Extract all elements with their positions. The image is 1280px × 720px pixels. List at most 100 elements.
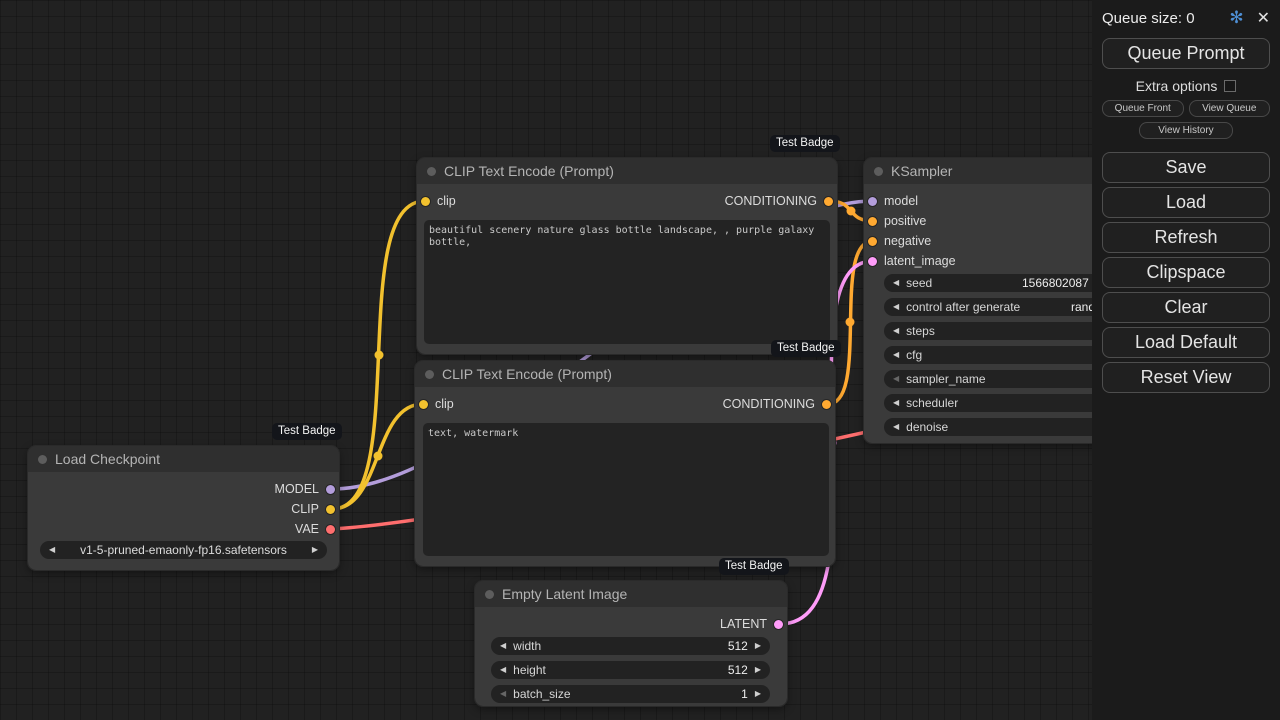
slot-dot-positive[interactable] [868,216,877,226]
slot-dot-latent-image[interactable] [868,256,877,266]
slot-dot-conditioning[interactable] [824,196,833,206]
collapse-dot-icon[interactable] [38,454,47,464]
slot-dot-clip[interactable] [326,504,335,514]
arrow-left-icon[interactable]: ◀ [893,399,899,407]
settings-gear-icon[interactable]: ✻ [1229,8,1243,28]
arrow-left-icon[interactable]: ◀ [49,546,55,554]
arrow-left-icon[interactable]: ◀ [893,327,899,335]
height-widget[interactable]: ◀ height 512 ▶ [491,661,770,679]
clipspace-button[interactable]: Clipspace [1102,257,1270,288]
widget-label: steps [906,324,935,338]
load-default-button[interactable]: Load Default [1102,327,1270,358]
slot-label: latent_image [884,254,956,268]
slot-dot-vae[interactable] [326,524,335,534]
slot-dot-latent[interactable] [774,619,783,629]
node-empty-latent-image[interactable]: Empty Latent Image LATENT ◀ width 512 ▶ … [474,580,788,707]
node-titlebar[interactable]: Empty Latent Image [475,581,787,607]
arrow-left-icon[interactable]: ◀ [500,666,506,674]
widget-label: control after generate [906,300,1021,314]
arrow-right-icon[interactable]: ▶ [755,666,761,674]
widget-label: seed [906,276,933,290]
arrow-right-icon[interactable]: ▶ [755,642,761,650]
node-load-checkpoint[interactable]: Load Checkpoint MODEL CLIP VAE ◀ v1-5-pr… [27,445,340,571]
load-button[interactable]: Load [1102,187,1270,218]
input-slot-model[interactable]: model [868,192,918,210]
node-titlebar[interactable]: CLIP Text Encode (Prompt) [417,158,837,184]
slot-label: model [884,194,919,208]
widget-label: sampler_name [906,372,986,386]
widget-label: height [513,663,546,677]
view-history-button[interactable]: View History [1139,122,1233,139]
ckpt-name-value: v1-5-pruned-emaonly-fp16.safetensors [80,543,287,557]
arrow-left-icon[interactable]: ◀ [500,642,506,650]
node-titlebar[interactable]: CLIP Text Encode (Prompt) [415,361,835,387]
clear-button[interactable]: Clear [1102,292,1270,323]
node-clip-text-encode-positive[interactable]: CLIP Text Encode (Prompt) clip CONDITION… [416,157,838,355]
collapse-dot-icon[interactable] [427,166,436,176]
slot-dot-negative[interactable] [868,236,877,246]
slot-dot-model[interactable] [868,196,877,206]
width-widget[interactable]: ◀ width 512 ▶ [491,637,770,655]
output-slot-clip[interactable]: CLIP [291,500,335,518]
collapse-dot-icon[interactable] [874,166,883,176]
node-clip-text-encode-negative[interactable]: CLIP Text Encode (Prompt) clip CONDITION… [414,360,836,567]
negative-prompt-textarea[interactable]: text, watermark [423,423,829,556]
output-slot-vae[interactable]: VAE [295,520,335,538]
node-title: Load Checkpoint [55,451,161,467]
ckpt-name-widget[interactable]: ◀ v1-5-pruned-emaonly-fp16.safetensors ▶ [40,541,327,559]
batch-size-widget[interactable]: ◀ batch_size 1 ▶ [491,685,770,703]
slot-label: LATENT [720,617,767,631]
positive-prompt-textarea[interactable]: beautiful scenery nature glass bottle la… [424,220,830,344]
slot-dot-clip[interactable] [421,196,430,206]
save-button[interactable]: Save [1102,152,1270,183]
collapse-dot-icon[interactable] [485,589,494,599]
node-badge: Test Badge [719,558,789,575]
refresh-button[interactable]: Refresh [1102,222,1270,253]
slot-dot-model[interactable] [326,484,335,494]
input-slot-latent-image[interactable]: latent_image [868,252,956,270]
widget-label: batch_size [513,687,571,701]
slot-dot-clip[interactable] [419,399,428,409]
widget-value: 1566802087 [1022,276,1089,290]
node-badge: Test Badge [770,135,840,152]
widget-label: scheduler [906,396,959,410]
slot-label: positive [884,214,927,228]
node-title: CLIP Text Encode (Prompt) [442,366,612,382]
slot-label: CLIP [291,502,319,516]
arrow-left-icon[interactable]: ◀ [500,690,506,698]
queue-prompt-button[interactable]: Queue Prompt [1102,38,1270,69]
node-title: Empty Latent Image [502,586,628,602]
arrow-left-icon[interactable]: ◀ [893,303,899,311]
input-slot-clip[interactable]: clip [419,395,454,413]
node-titlebar[interactable]: Load Checkpoint [28,446,339,472]
close-icon[interactable]: ✕ [1257,8,1270,28]
comfyui-menu-panel: Queue size: 0 ✻ ✕ Queue Prompt Extra opt… [1092,0,1280,720]
slot-label: CONDITIONING [722,397,815,411]
output-slot-conditioning[interactable]: CONDITIONING [725,192,833,210]
output-slot-model[interactable]: MODEL [275,480,335,498]
widget-value: 1 [741,687,748,701]
output-slot-latent[interactable]: LATENT [720,615,783,633]
arrow-right-icon[interactable]: ▶ [312,546,318,554]
widget-label: denoise [906,420,949,434]
node-title: CLIP Text Encode (Prompt) [444,163,614,179]
slot-dot-conditioning[interactable] [822,399,831,409]
arrow-left-icon[interactable]: ◀ [893,423,899,431]
input-slot-positive[interactable]: positive [868,212,926,230]
extra-options-checkbox[interactable] [1224,80,1237,92]
slot-label: clip [437,194,456,208]
queue-size-label: Queue size: 0 [1102,9,1195,27]
input-slot-negative[interactable]: negative [868,232,931,250]
queue-front-button[interactable]: Queue Front [1102,100,1184,117]
arrow-left-icon[interactable]: ◀ [893,375,899,383]
output-slot-conditioning[interactable]: CONDITIONING [723,395,831,413]
arrow-left-icon[interactable]: ◀ [893,351,899,359]
reset-view-button[interactable]: Reset View [1102,362,1270,393]
arrow-left-icon[interactable]: ◀ [893,279,899,287]
input-slot-clip[interactable]: clip [421,192,456,210]
node-badge: Test Badge [272,423,342,440]
view-queue-button[interactable]: View Queue [1188,100,1270,117]
arrow-right-icon[interactable]: ▶ [755,690,761,698]
collapse-dot-icon[interactable] [425,369,434,379]
node-title: KSampler [891,163,953,179]
